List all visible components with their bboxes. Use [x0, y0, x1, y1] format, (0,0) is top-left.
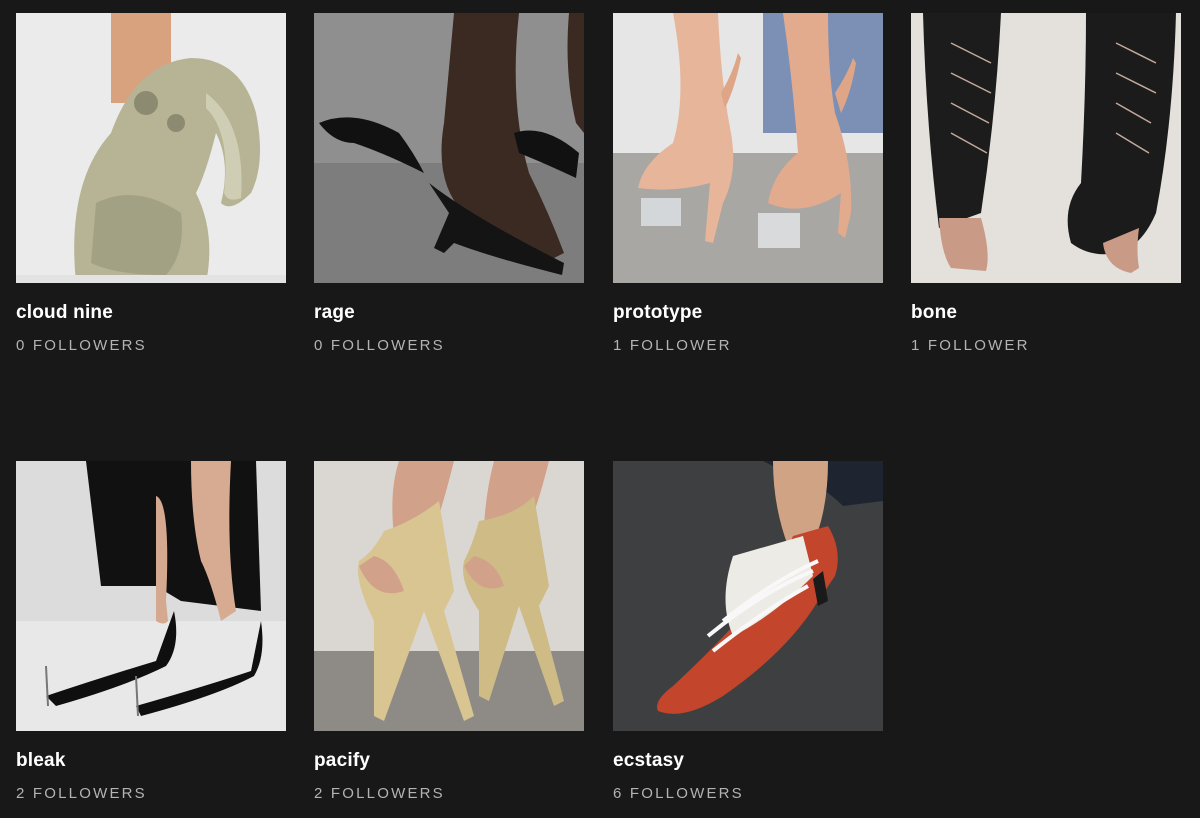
playlist-cover-image[interactable] [911, 13, 1181, 283]
playlist-cover-image[interactable] [613, 461, 883, 731]
playlist-card[interactable]: pacify 2 FOLLOWERS [314, 461, 584, 803]
playlist-card[interactable]: bone 1 FOLLOWER [911, 13, 1181, 355]
follower-count: 0 FOLLOWERS [314, 337, 445, 354]
playlist-cover-image[interactable] [314, 461, 584, 731]
playlist-card[interactable]: bleak 2 FOLLOWERS [16, 461, 286, 803]
follower-count: 2 FOLLOWERS [16, 785, 147, 802]
follower-count: 1 FOLLOWER [911, 337, 1030, 354]
playlist-card[interactable]: ecstasy 6 FOLLOWERS [613, 461, 883, 803]
playlist-grid: cloud nine 0 FOLLOWERS rage 0 FOLLOWERS [0, 0, 1200, 818]
playlist-card[interactable]: cloud nine 0 FOLLOWERS [16, 13, 286, 355]
playlist-cover-image[interactable] [314, 13, 584, 283]
playlist-card[interactable]: prototype 1 FOLLOWER [613, 13, 883, 355]
playlist-title[interactable]: ecstasy [613, 750, 883, 772]
follower-count: 0 FOLLOWERS [16, 337, 147, 354]
playlist-title[interactable]: cloud nine [16, 302, 286, 324]
playlist-card[interactable]: rage 0 FOLLOWERS [314, 13, 584, 355]
playlist-title[interactable]: bone [911, 302, 1181, 324]
follower-count: 1 FOLLOWER [613, 337, 732, 354]
playlist-title[interactable]: rage [314, 302, 584, 324]
playlist-title[interactable]: bleak [16, 750, 286, 772]
follower-count: 2 FOLLOWERS [314, 785, 445, 802]
follower-count: 6 FOLLOWERS [613, 785, 744, 802]
playlist-cover-image[interactable] [613, 13, 883, 283]
playlist-cover-image[interactable] [16, 461, 286, 731]
playlist-title[interactable]: pacify [314, 750, 584, 772]
playlist-title[interactable]: prototype [613, 302, 883, 324]
playlist-cover-image[interactable] [16, 13, 286, 283]
